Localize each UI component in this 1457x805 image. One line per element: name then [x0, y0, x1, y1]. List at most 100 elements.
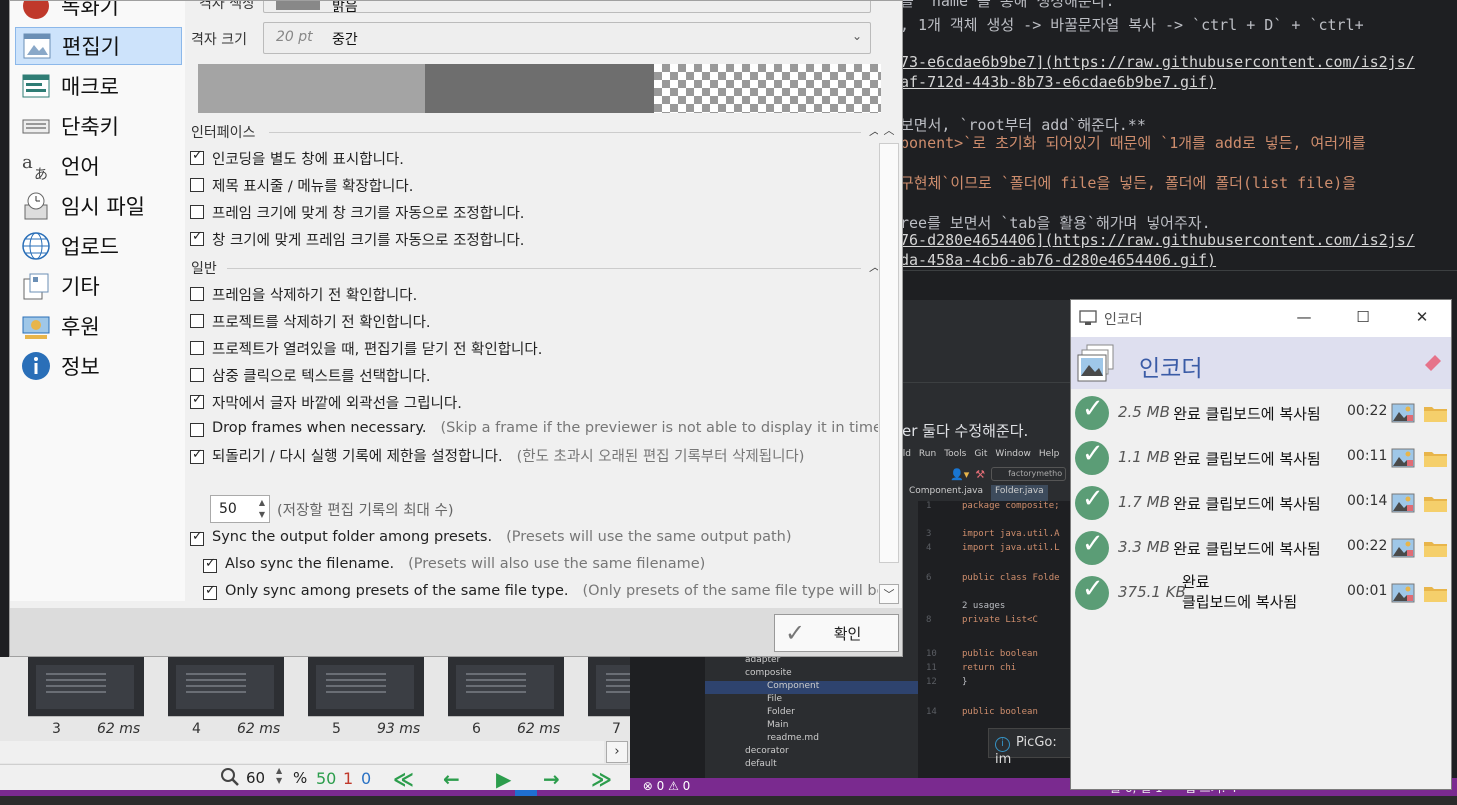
- grid-color-combo[interactable]: 밝음: [263, 1, 871, 15]
- tree-item[interactable]: Component: [705, 681, 918, 694]
- zoom-value[interactable]: 60: [246, 769, 265, 787]
- tree-item[interactable]: composite: [705, 668, 918, 681]
- frame-index: 5: [332, 721, 341, 737]
- problems-status[interactable]: ⊗ 0 ⚠ 0: [643, 779, 691, 793]
- open-image-icon[interactable]: [1391, 448, 1415, 468]
- tree-item[interactable]: File: [705, 694, 918, 707]
- tree-item[interactable]: decorator: [705, 746, 918, 759]
- frame-thumbnail[interactable]: [448, 657, 564, 717]
- option-checkbox[interactable]: [190, 229, 204, 246]
- scroll-thumb[interactable]: [879, 143, 899, 563]
- ide-tab[interactable]: Folder.java: [990, 485, 1048, 501]
- minimize-button[interactable]: —: [1294, 307, 1314, 327]
- option-checkbox[interactable]: [190, 341, 204, 355]
- sidebar-item[interactable]: 편집기: [15, 27, 182, 65]
- scroll-right-button[interactable]: ›: [606, 741, 628, 763]
- option-checkbox[interactable]: [190, 368, 204, 382]
- sidebar-item[interactable]: 임시 파일: [15, 187, 182, 225]
- option-row[interactable]: 인코딩을 별도 창에 표시합니다.: [190, 148, 404, 169]
- option-row[interactable]: 프로젝트가 열려있을 때, 편집기를 닫기 전 확인합니다.: [190, 338, 542, 359]
- line-number: 11: [926, 663, 937, 673]
- option-checkbox[interactable]: [190, 423, 204, 437]
- previous-frame-button[interactable]: ←: [443, 767, 460, 791]
- frames-scrollbar[interactable]: [0, 741, 604, 763]
- open-image-icon[interactable]: [1391, 538, 1415, 558]
- option-checkbox[interactable]: [190, 287, 204, 301]
- tree-item[interactable]: default: [705, 759, 918, 772]
- picgo-notification[interactable]: i PicGo: im: [988, 728, 1075, 767]
- settings-scrollbar[interactable]: ︿ ﹀: [878, 121, 900, 604]
- close-button[interactable]: ✕: [1412, 307, 1432, 327]
- option-row[interactable]: 프레임을 삭제하기 전 확인합니다.: [190, 284, 417, 305]
- tree-item[interactable]: Folder: [705, 707, 918, 720]
- undo-limit-option[interactable]: 되돌리기 / 다시 실행 기록에 제한을 설정합니다.(한도 초과시 오래된 편…: [190, 447, 872, 468]
- option-row[interactable]: Only sync among presets of the same file…: [203, 583, 886, 600]
- open-folder-icon[interactable]: [1423, 449, 1448, 468]
- ide-menu-item[interactable]: Run: [919, 449, 936, 459]
- option-row[interactable]: 제목 표시줄 / 메뉴를 확장합니다.: [190, 175, 413, 196]
- interface-section-header[interactable]: 인터페이스 ︿: [191, 122, 881, 142]
- scroll-down-button[interactable]: ﹀: [879, 584, 899, 604]
- undo-limit-spinner[interactable]: 50 ▲ ▼: [210, 495, 270, 523]
- ide-menu-item[interactable]: Help: [1039, 449, 1060, 459]
- encoding-item: 375.1 KB클립보드에 복사됨 완료 00:01: [1071, 570, 1451, 615]
- option-checkbox[interactable]: [190, 178, 204, 192]
- ide-tab[interactable]: Component.java: [905, 485, 987, 501]
- sidebar-item[interactable]: 정보: [15, 347, 182, 385]
- undo-limit-checkbox[interactable]: [190, 447, 204, 464]
- tree-item[interactable]: Main: [705, 720, 918, 733]
- option-checkbox[interactable]: [190, 529, 204, 546]
- option-row[interactable]: 자막에서 글자 바깥에 외곽선을 그립니다.: [190, 392, 462, 413]
- frame-thumbnail[interactable]: [308, 657, 424, 717]
- option-checkbox[interactable]: [190, 205, 204, 219]
- editor-icon: [22, 31, 52, 61]
- option-row[interactable]: 프로젝트를 삭제하기 전 확인합니다.: [190, 311, 431, 332]
- sidebar-item[interactable]: 단축키: [15, 107, 182, 145]
- ide-menu-item[interactable]: Tools: [944, 449, 966, 459]
- option-checkbox[interactable]: [203, 583, 217, 600]
- option-checkbox[interactable]: [203, 556, 217, 573]
- sidebar-item[interactable]: 매크로: [15, 67, 182, 105]
- ide-menu-item[interactable]: Git: [974, 449, 987, 459]
- open-image-icon[interactable]: [1391, 493, 1415, 513]
- option-row[interactable]: Sync the output folder among presets. (Pr…: [190, 529, 792, 546]
- editor-line: af-712d-443b-8b73-e6cdae6b9be7.gif): [900, 73, 1217, 91]
- scroll-up-button[interactable]: ︿: [879, 121, 899, 141]
- next-frame-button[interactable]: →: [543, 767, 560, 791]
- option-row[interactable]: Drop frames when necessary. (Skip a frame…: [190, 420, 888, 437]
- sidebar-item[interactable]: 업로드: [15, 227, 182, 265]
- option-row[interactable]: 창 크기에 맞게 프레임 크기를 자동으로 조정합니다.: [190, 229, 524, 250]
- option-row[interactable]: 프레임 크기에 맞게 창 크기를 자동으로 조정합니다.: [190, 202, 524, 223]
- ide-menu-item[interactable]: Window: [995, 449, 1031, 459]
- sidebar-item[interactable]: a あ 언어: [15, 147, 182, 185]
- eraser-icon[interactable]: [1423, 352, 1443, 372]
- ok-button[interactable]: ✓ 확인: [774, 614, 899, 652]
- first-frame-button[interactable]: ≪: [393, 767, 414, 791]
- open-image-icon[interactable]: [1391, 403, 1415, 423]
- maximize-button[interactable]: ☐: [1353, 307, 1373, 327]
- tree-item[interactable]: readme.md: [705, 733, 918, 746]
- spinner-arrows-icon[interactable]: ▲ ▼: [259, 497, 265, 521]
- open-image-icon[interactable]: [1391, 583, 1415, 603]
- option-checkbox[interactable]: [190, 148, 204, 165]
- open-folder-icon[interactable]: [1423, 404, 1448, 423]
- frame-thumbnail[interactable]: [28, 657, 144, 717]
- option-row[interactable]: 삼중 클릭으로 텍스트를 선택합니다.: [190, 365, 431, 386]
- run-config-selector[interactable]: factorymetho: [991, 467, 1067, 481]
- sidebar-item[interactable]: 녹화기: [15, 1, 182, 25]
- grid-size-combo[interactable]: 20 pt 중간 ⌄: [263, 22, 871, 54]
- frame-thumbnail[interactable]: [168, 657, 284, 717]
- last-frame-button[interactable]: ≫: [591, 767, 612, 791]
- open-folder-icon[interactable]: [1423, 539, 1448, 558]
- frame-thumbnail[interactable]: [588, 657, 630, 717]
- sidebar-item[interactable]: 기타: [15, 267, 182, 305]
- open-folder-icon[interactable]: [1423, 494, 1448, 513]
- play-button[interactable]: ▶: [496, 767, 511, 791]
- option-row[interactable]: Also sync the filename. (Presets will als…: [203, 556, 705, 573]
- zoom-spinner[interactable]: ▲ ▼: [276, 766, 282, 786]
- sidebar-item[interactable]: 후원: [15, 307, 182, 345]
- option-checkbox[interactable]: [190, 392, 204, 409]
- open-folder-icon[interactable]: [1423, 584, 1448, 603]
- option-checkbox[interactable]: [190, 314, 204, 328]
- general-section-header[interactable]: 일반 ︿: [191, 258, 881, 278]
